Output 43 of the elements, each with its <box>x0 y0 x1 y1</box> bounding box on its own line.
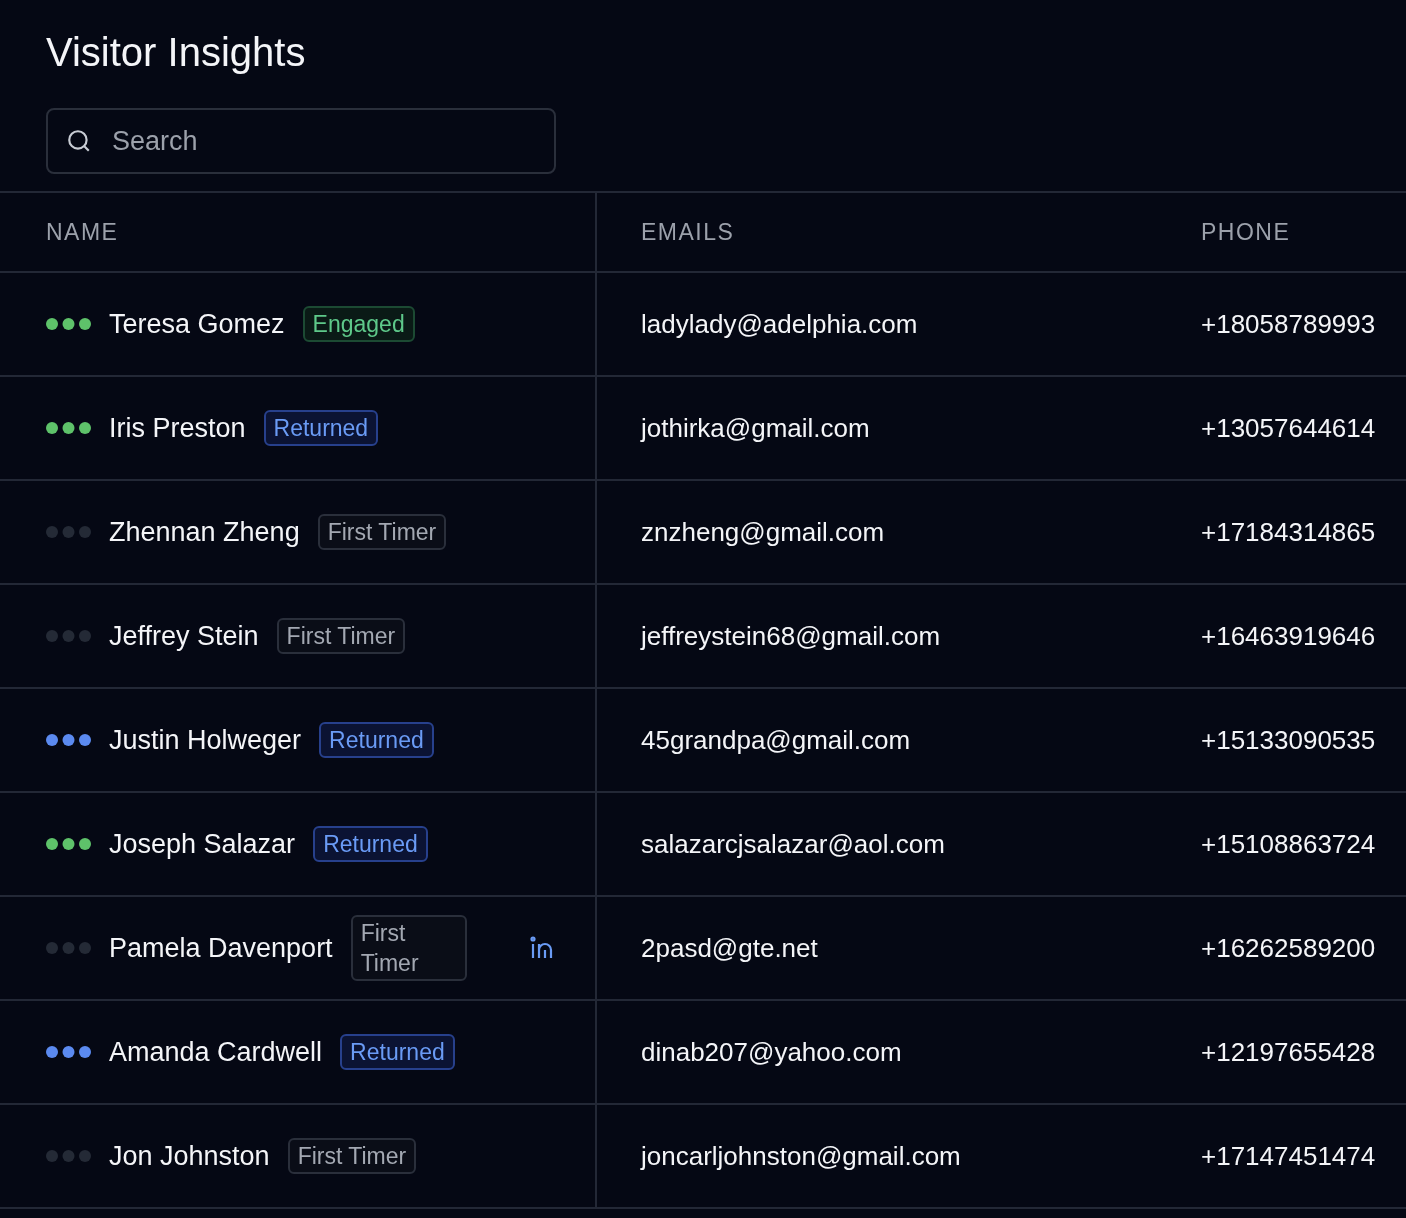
visitor-name[interactable]: Zhennan Zheng <box>109 516 300 548</box>
phone-text: +15133090535 <box>1201 724 1376 756</box>
phone-text: +17184314865 <box>1201 516 1376 548</box>
linkedin-icon[interactable] <box>529 936 553 960</box>
email-text: ladylady@adelphia.com <box>641 308 918 340</box>
search-field[interactable]: Search <box>46 108 556 174</box>
email-text: salazarcjsalazar@aol.com <box>641 828 945 860</box>
visitor-type-badge: First Timer <box>317 514 447 550</box>
visitor-type-badge: Engaged <box>302 306 415 342</box>
search-icon <box>66 128 92 154</box>
email-text: jeffreystein68@gmail.com <box>641 620 941 652</box>
visitor-type-badge: Returned <box>340 1034 455 1070</box>
visitor-type-badge: Returned <box>313 826 428 862</box>
visitor-type-badge: First Timer <box>350 915 467 981</box>
visitor-name[interactable]: Joseph Salazar <box>109 828 296 860</box>
visitor-name[interactable]: Jeffrey Stein <box>109 620 259 652</box>
email-text: jothirka@gmail.com <box>641 412 870 444</box>
visitor-name[interactable]: Jon Johnston <box>109 1140 270 1172</box>
column-header[interactable]: NAME <box>46 218 119 246</box>
visitor-name[interactable]: Amanda Cardwell <box>109 1036 323 1068</box>
visitor-name[interactable]: Teresa Gomez <box>109 308 285 340</box>
phone-text: +16262589200 <box>1201 932 1376 964</box>
visitor-name[interactable]: Iris Preston <box>109 412 246 444</box>
page-title: Visitor Insights <box>46 29 306 76</box>
visitor-type-badge: First Timer <box>276 618 406 654</box>
visitor-name[interactable]: Justin Holweger <box>109 724 302 756</box>
visitor-type-badge: Returned <box>319 722 434 758</box>
phone-text: +12197655428 <box>1201 1036 1376 1068</box>
email-text: znzheng@gmail.com <box>641 516 885 548</box>
email-text: dinab207@yahoo.com <box>641 1036 902 1068</box>
email-text: 45grandpa@gmail.com <box>641 724 911 756</box>
phone-text: +15108863724 <box>1201 828 1376 860</box>
phone-text: +18058789993 <box>1201 308 1376 340</box>
visitor-name[interactable]: Pamela Davenport <box>109 932 333 964</box>
phone-text: +13057644614 <box>1201 412 1376 444</box>
visitor-type-badge: First Timer <box>287 1138 417 1174</box>
email-text: 2pasd@gte.net <box>641 932 818 964</box>
phone-text: +17147451474 <box>1201 1140 1376 1172</box>
column-header[interactable]: PHONE <box>1201 218 1291 246</box>
email-text: joncarljohnston@gmail.com <box>641 1140 961 1172</box>
phone-text: +16463919646 <box>1201 620 1376 652</box>
visitor-type-badge: Returned <box>263 410 379 446</box>
column-header[interactable]: EMAILS <box>641 218 735 246</box>
